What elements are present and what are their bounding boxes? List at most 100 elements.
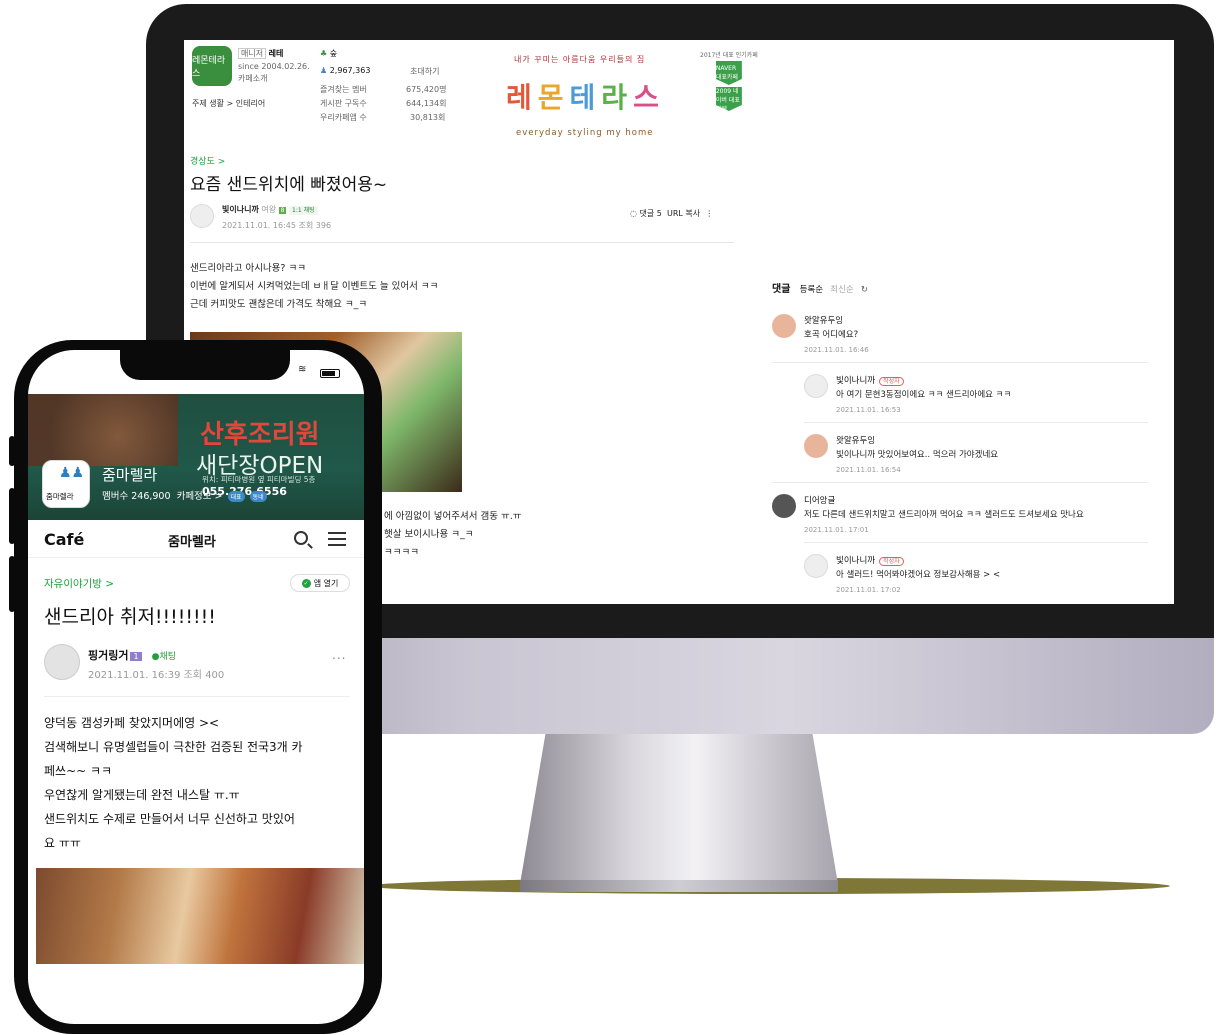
members-icon: ♟	[320, 66, 328, 75]
cafe-info-link[interactable]: 카페정보 >	[177, 491, 223, 502]
battery-icon	[320, 369, 340, 378]
post-title: 샌드리아 취저!!!!!!!!	[44, 606, 216, 628]
post-body-line: 요 ㅠㅠ	[44, 836, 81, 850]
comment-divider	[804, 422, 1148, 423]
cafe-intro-link[interactable]: 카페소개	[238, 73, 267, 84]
author-grade: 여왕	[261, 205, 277, 214]
hero-photo	[28, 394, 178, 466]
author-name[interactable]: 핑거링거	[88, 649, 128, 662]
writer-badge: 작성자	[879, 557, 904, 566]
phone-screen: ≋ 산후조리원 새단장OPEN 위치: 피티마병원 옆 피티마빌딩 5층 055…	[28, 350, 364, 1024]
comment-avatar[interactable]	[804, 374, 828, 398]
comment-avatar[interactable]	[804, 554, 828, 578]
comment-author[interactable]: 빛이나니까	[836, 376, 875, 386]
comment-date: 2021.11.01. 16:54	[836, 466, 901, 474]
stat-subscribe-label: 게시판 구독수	[320, 99, 367, 108]
author-name[interactable]: 빛이나니까	[222, 205, 259, 214]
monitor-stand-base	[520, 880, 838, 892]
cafe-grade: 숲	[329, 49, 338, 58]
comment-date: 2021.11.01. 16:46	[804, 346, 869, 354]
post-body-line: 근데 커피맛도 괜찮은데 가격도 착해요 ㅋ_ㅋ	[190, 299, 368, 310]
grade-level-icon: 8	[278, 207, 287, 214]
post-body-line: 샌드위치도 수제로 만들어서 너무 신선하고 맛있어	[44, 812, 295, 826]
post-divider	[190, 242, 734, 243]
composite-mockup: 레몬테라스 매니저 레테 since 2004.02.26. 카페소개 주제 생…	[0, 0, 1220, 1035]
comment-text: 호곡 어디에요?	[804, 330, 859, 340]
comment-text: 빛이나니까 맛있어보여요.. 먹으러 가야겠네요	[836, 450, 999, 460]
member-count: 멤버수 246,900	[102, 491, 171, 502]
comment-divider	[772, 482, 1148, 483]
naver-badge-icon: NAVER 대표카페	[715, 61, 742, 85]
stat-favorite-value: 675,420명	[406, 85, 447, 94]
sort-registered-tab[interactable]: 등록순	[800, 285, 823, 295]
post-body-line: 우연찮게 알게됐는데 완전 내스탈 ㅠ.ㅠ	[44, 788, 240, 802]
post-body-line: 샌드리아라고 아시나용? ㅋㅋ	[190, 263, 306, 274]
badge-local: 동네	[249, 491, 267, 502]
comment-author[interactable]: 왓알유두잉	[836, 434, 875, 446]
stat-favorite-label: 즐겨찾는 멤버	[320, 85, 367, 94]
comment-divider	[804, 542, 1148, 543]
post-body-line: 양덕동 갬성카페 찾았지머에영 ><	[44, 716, 220, 730]
open-app-button[interactable]: ✓ 앱 열기	[290, 574, 350, 592]
manager-tag: 매니저	[238, 48, 267, 59]
phone-notch	[120, 350, 290, 380]
cafe-name: 줌마렐라	[102, 466, 158, 484]
comment-date: 2021.11.01. 17:02	[836, 586, 901, 594]
app-icon: ✓	[301, 578, 311, 588]
banner-tagline: 내가 꾸미는 아름다움 우리들의 집	[514, 55, 646, 64]
comment-author[interactable]: 디어앙글	[804, 494, 835, 506]
post-body-line: 에 아낌없이 넣어주셔서 갬동 ㅠ.ㅠ	[384, 511, 522, 522]
hero-location: 위치: 피티마병원 옆 피티마빌딩 5층	[202, 475, 316, 484]
more-options-icon[interactable]: ...	[332, 648, 346, 662]
topbar-title[interactable]: 줌마렐라	[168, 531, 216, 550]
comment-date: 2021.11.01. 17:01	[804, 526, 869, 534]
url-copy-button[interactable]: URL 복사	[667, 209, 700, 218]
comment-text: 아 여기 문현3동점이에요 ㅋㅋ 샌드리아에요 ㅋㅋ	[836, 390, 1012, 400]
monitor-stand	[520, 734, 838, 884]
comment-date: 2021.11.01. 16:53	[836, 406, 901, 414]
sort-latest-tab[interactable]: 최신순	[830, 285, 853, 295]
cafe-icon-label: 줌마렐라	[46, 492, 74, 501]
chat-button[interactable]: ●채팅	[152, 652, 176, 662]
comment-divider	[772, 362, 1148, 363]
menu-icon[interactable]	[328, 532, 346, 546]
badge-representative: 대표	[227, 491, 245, 502]
post-body-line: ㅋㅋㅋㅋ	[384, 547, 419, 558]
post-photo[interactable]	[36, 868, 364, 964]
cafe-since: since 2004.02.26.	[238, 62, 310, 71]
cafe-logo[interactable]: 레몬테라스	[192, 46, 232, 86]
cafe-home-logo[interactable]: Café	[44, 530, 84, 549]
stat-subscribe-value: 644,134회	[406, 99, 447, 108]
board-breadcrumb[interactable]: 자유이야기방 >	[44, 576, 114, 591]
more-options-icon[interactable]: ⋮	[705, 209, 713, 218]
author-avatar[interactable]	[44, 644, 80, 680]
author-avatar[interactable]	[190, 204, 214, 228]
refresh-icon[interactable]: ↻	[861, 285, 868, 295]
people-icon: ♟♟	[59, 465, 85, 481]
comment-count-link[interactable]: 댓글 5	[640, 209, 662, 218]
post-date-views: 2021.11.01. 16:39 조회 400	[88, 670, 225, 681]
stat-app-value: 30,813회	[410, 113, 446, 122]
post-views: 조회 396	[298, 221, 332, 230]
comment-author[interactable]: 왓알유두잉	[804, 314, 843, 326]
invite-button[interactable]: 초대하기	[410, 66, 439, 77]
comment-icon: ◌	[630, 209, 637, 218]
post-date: 2021.11.01. 16:45	[222, 221, 296, 230]
post-body-line: 햇살 보이시나용 ㅋ_ㅋ	[384, 529, 474, 540]
cafe-icon[interactable]: ♟♟ 줌마렐라	[42, 460, 90, 508]
member-count[interactable]: 2,967,363	[330, 66, 371, 75]
comment-avatar[interactable]	[772, 494, 796, 518]
post-divider	[44, 696, 350, 697]
wifi-icon: ≋	[298, 364, 307, 375]
comment-author[interactable]: 빛이나니까	[836, 556, 875, 566]
level-badge: 1	[130, 652, 142, 661]
comment-avatar[interactable]	[772, 314, 796, 338]
stat-app-label: 우리카페앱 수	[320, 113, 367, 122]
search-icon[interactable]	[294, 531, 308, 545]
manager-name[interactable]: 레테	[269, 49, 284, 58]
post-body-line: 페쓰~~ ㅋㅋ	[44, 764, 113, 778]
writer-badge: 작성자	[879, 377, 904, 386]
chat-button[interactable]: 1:1 채팅	[289, 206, 318, 215]
board-breadcrumb[interactable]: 경상도 >	[190, 154, 225, 167]
comment-avatar[interactable]	[804, 434, 828, 458]
